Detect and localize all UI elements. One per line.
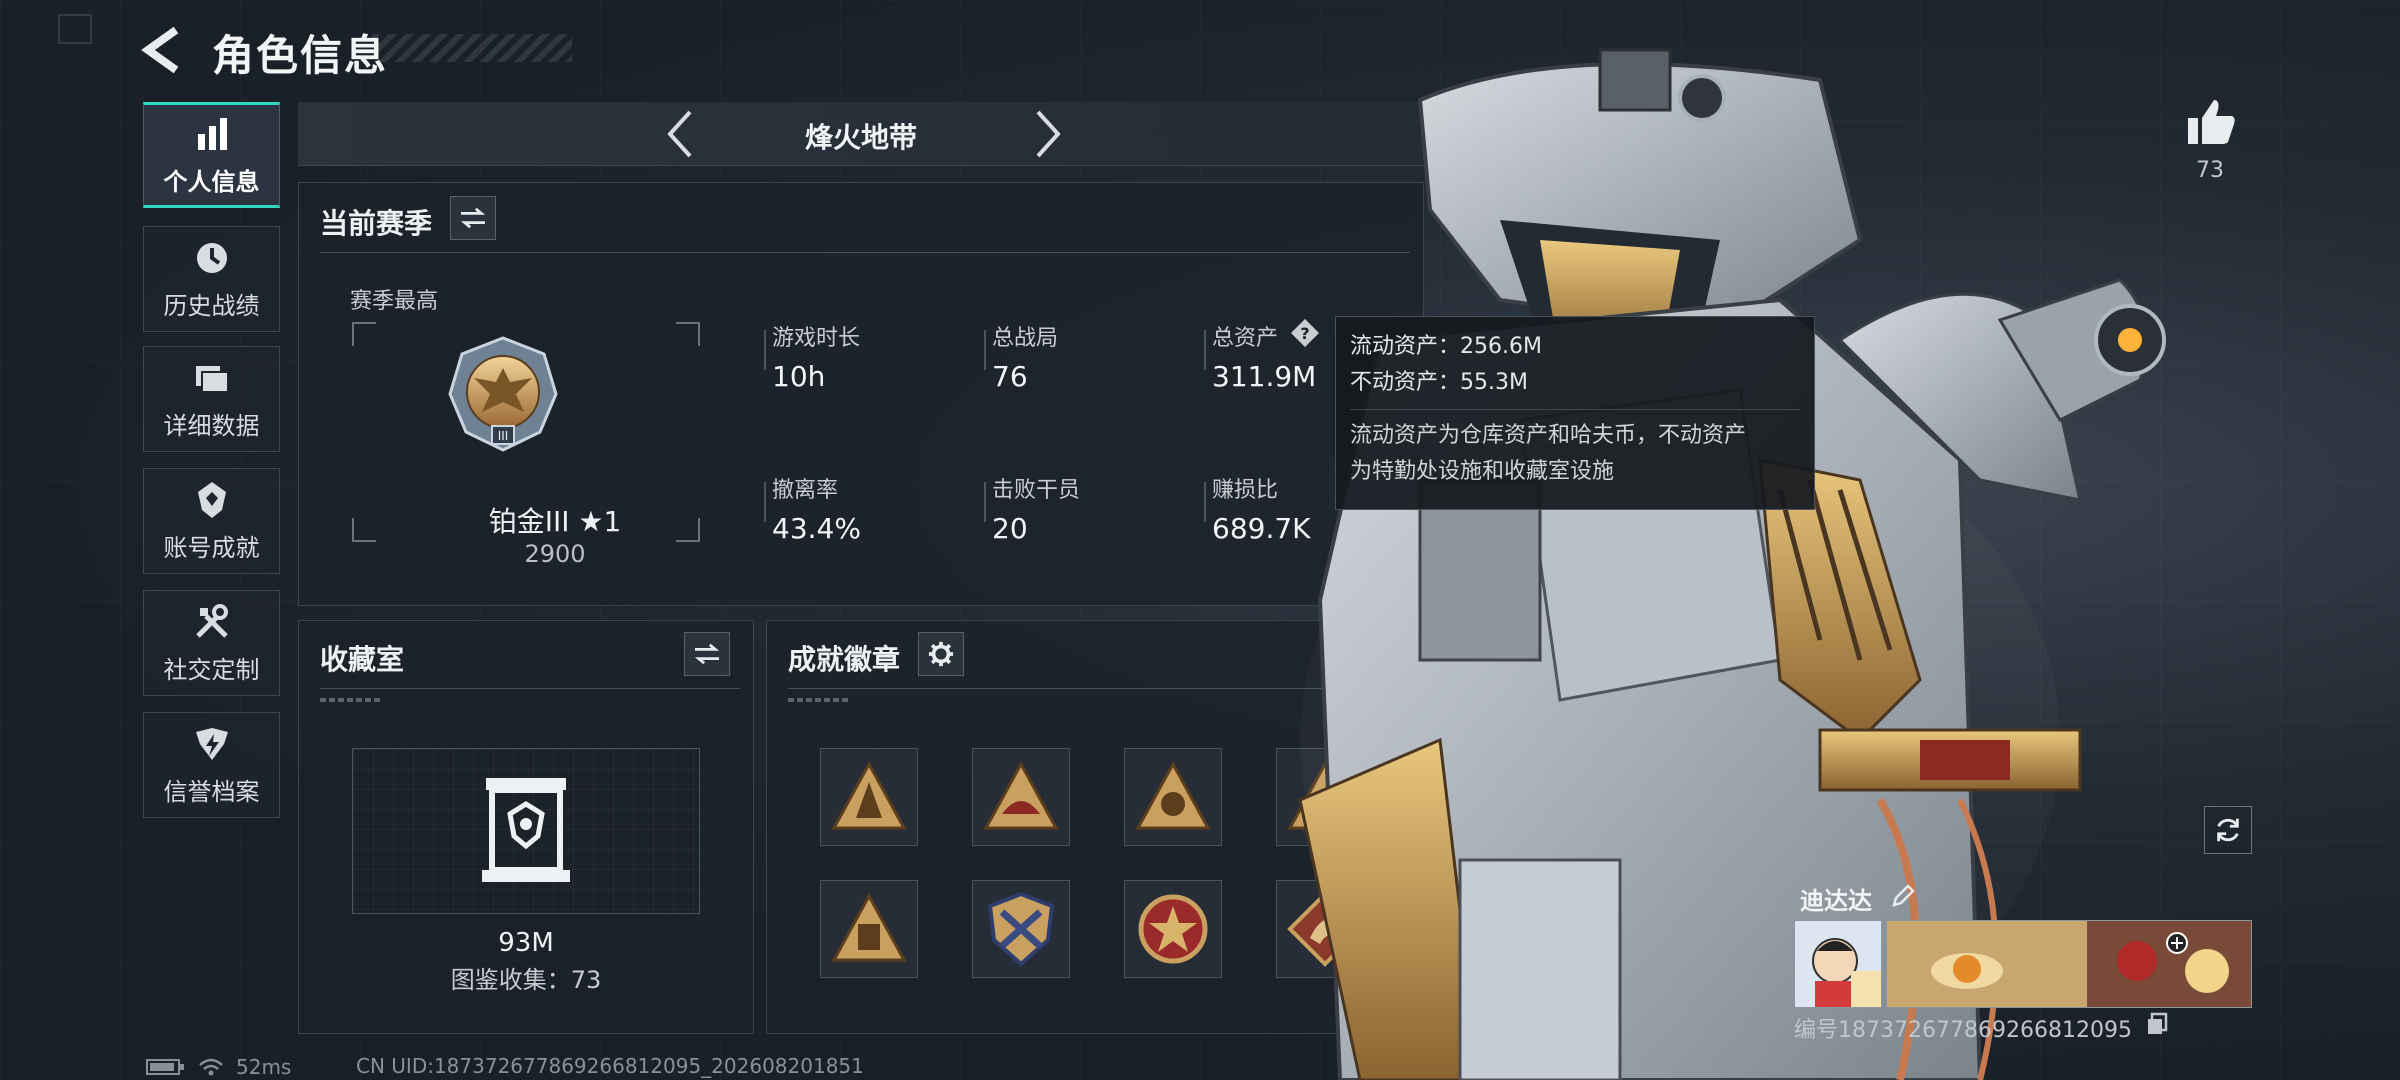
stat-divider <box>1204 482 1206 522</box>
stat-label-extract-rate: 撤离率 <box>772 478 839 503</box>
tooltip-fixed-assets: 不动资产：55.3M <box>1350 370 1528 395</box>
bar-chart-icon <box>197 117 227 150</box>
mode-name: 烽火地带 <box>804 121 917 154</box>
like-count: 73 <box>2196 158 2224 183</box>
player-name: 迪达达 <box>1800 887 1872 915</box>
season-best-label: 赛季最高 <box>350 289 439 314</box>
back-arrow-icon[interactable] <box>140 26 184 74</box>
stat-divider <box>984 330 986 370</box>
nav-item-achievements[interactable]: 账号成就 <box>143 468 280 574</box>
stat-divider <box>1204 330 1206 370</box>
decoration-bar <box>788 698 848 702</box>
nav-label: 个人信息 <box>163 167 260 196</box>
wifi-icon <box>199 1058 223 1076</box>
frame-corner <box>352 322 376 346</box>
badge-item[interactable] <box>972 880 1070 978</box>
collection-switch-button[interactable] <box>684 632 730 676</box>
stat-label-kills: 击败干员 <box>992 478 1081 503</box>
badge-triangle-5-icon <box>831 892 907 962</box>
badge-triangle-2-icon <box>983 760 1059 830</box>
nav-item-personal-info[interactable]: 个人信息 <box>143 102 280 208</box>
collection-title: 收藏室 <box>320 643 405 676</box>
display-case-icon <box>482 778 570 882</box>
swap-icon <box>460 207 486 229</box>
stat-divider <box>764 482 766 522</box>
stat-value-kills: 20 <box>992 512 1028 545</box>
copy-icon[interactable] <box>2146 1012 2168 1036</box>
clock-icon <box>196 242 227 273</box>
divider <box>320 688 740 689</box>
thumbs-up-icon[interactable] <box>2186 96 2238 148</box>
nav-label: 账号成就 <box>163 533 260 562</box>
stat-label-playtime: 游戏时长 <box>772 326 861 351</box>
badge-triangle-3-icon <box>1135 760 1211 830</box>
tools-icon <box>195 603 228 638</box>
svg-text:III: III <box>498 429 509 443</box>
nav-label: 信誉档案 <box>163 777 260 806</box>
badge-star-emblem-icon <box>1138 894 1208 964</box>
stat-value-matches: 76 <box>992 360 1028 393</box>
nav-item-detailed-data[interactable]: 详细数据 <box>143 346 280 452</box>
refresh-button[interactable] <box>2204 806 2252 854</box>
gear-icon <box>928 641 954 667</box>
frame-corner <box>352 518 376 542</box>
profile-banner[interactable] <box>1886 920 2252 1008</box>
credit-icon <box>195 727 228 760</box>
rank-name: 铂金III ★1 <box>488 505 622 538</box>
frame-corner <box>676 322 700 346</box>
tooltip-divider <box>1350 409 1800 410</box>
nav-label: 详细数据 <box>163 411 260 440</box>
refresh-icon <box>2217 818 2239 842</box>
badge-item[interactable] <box>972 748 1070 846</box>
nav-label: 历史战绩 <box>163 291 260 320</box>
uid-text: CN UID:187372677869266812095_20260820185… <box>356 1054 864 1078</box>
season-title: 当前赛季 <box>320 207 433 240</box>
hud-corner <box>58 14 92 44</box>
collection-count: 图鉴收集：73 <box>450 966 602 994</box>
badge-item[interactable] <box>820 748 918 846</box>
folders-icon <box>195 365 229 393</box>
badge-triangle-1-icon <box>831 760 907 830</box>
title-decoration <box>372 34 572 62</box>
badges-title: 成就徽章 <box>788 643 901 676</box>
stat-label-matches: 总战局 <box>992 326 1059 351</box>
banner-image <box>1887 921 2251 1007</box>
stat-divider <box>984 482 986 522</box>
tooltip-description-line2: 为特勤处设施和收藏室设施 <box>1350 459 1615 484</box>
collection-value: 93M <box>498 928 554 958</box>
stat-divider <box>764 330 766 370</box>
page-title: 角色信息 <box>212 31 389 80</box>
divider <box>320 252 1410 253</box>
badges-settings-button[interactable] <box>918 632 964 676</box>
nav-label: 社交定制 <box>163 655 260 684</box>
mode-switcher: 烽火地带 <box>298 102 1424 166</box>
chevron-right-icon[interactable] <box>1026 108 1070 160</box>
badge-item[interactable] <box>820 880 918 978</box>
player-id: 编号187372677869266812095 <box>1794 1018 2132 1043</box>
stat-value-playtime: 10h <box>772 360 826 393</box>
decoration-bar <box>320 698 380 702</box>
nav-item-history[interactable]: 历史战绩 <box>143 226 280 332</box>
nav-item-social[interactable]: 社交定制 <box>143 590 280 696</box>
rank-score: 2900 <box>524 540 586 568</box>
badge-item[interactable] <box>1124 748 1222 846</box>
season-switch-button[interactable] <box>450 196 496 240</box>
badge-shield-icon <box>987 891 1055 967</box>
rank-platinum-badge-icon: III <box>448 336 558 452</box>
pencil-icon[interactable] <box>1890 883 1916 909</box>
status-bar: 52ms <box>146 1054 291 1080</box>
stat-value-extract-rate: 43.4% <box>772 512 861 545</box>
swap-icon <box>694 643 720 665</box>
avatar-image <box>1795 921 1881 1007</box>
tooltip-liquid-assets: 流动资产：256.6M <box>1350 334 1542 359</box>
assets-tooltip: 流动资产：256.6M 不动资产：55.3M 流动资产为仓库资产和哈夫币，不动资… <box>1335 316 1815 510</box>
nav-item-credit[interactable]: 信誉档案 <box>143 712 280 818</box>
ping-text: 52ms <box>236 1055 292 1079</box>
tooltip-description-line1: 流动资产为仓库资产和哈夫币，不动资产 <box>1350 423 1747 448</box>
avatar[interactable] <box>1794 920 1882 1008</box>
achievement-icon <box>197 481 226 518</box>
battery-icon <box>146 1059 184 1075</box>
badge-item[interactable] <box>1124 880 1222 978</box>
